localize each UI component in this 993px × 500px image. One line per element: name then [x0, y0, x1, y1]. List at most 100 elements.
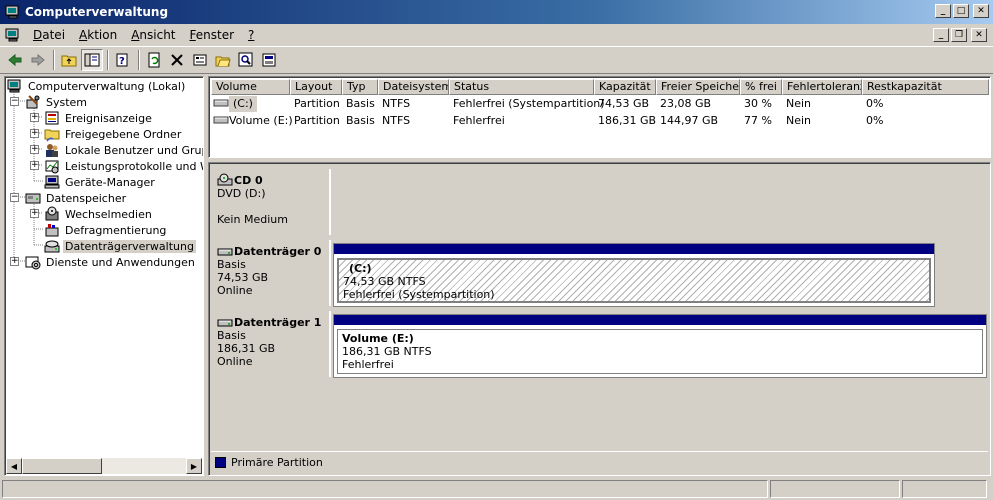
- tree-horizontal-scrollbar[interactable]: ◀ ▶: [6, 458, 202, 474]
- menu-bar: Datei Aktion Ansicht Fenster ?: [0, 24, 993, 46]
- collapse-toggle[interactable]: −: [10, 97, 19, 106]
- event-viewer-icon: [45, 111, 59, 125]
- menu-datei[interactable]: Datei: [27, 28, 71, 42]
- partition-bar: [334, 315, 986, 325]
- toolbar: ?: [0, 46, 993, 74]
- refresh-button[interactable]: [143, 49, 165, 71]
- toolbar-separator: [138, 50, 140, 70]
- open-button[interactable]: [212, 49, 234, 71]
- column-header-filesystem[interactable]: Dateisystem: [378, 79, 449, 95]
- shared-folder-icon: [44, 129, 60, 142]
- tree-item-disk-management[interactable]: Datenträgerverwaltung: [44, 238, 196, 254]
- volume-icon: [213, 116, 229, 124]
- tree-item-defragmentation[interactable]: Defragmentierung: [44, 222, 168, 238]
- expand-toggle[interactable]: +: [30, 145, 39, 154]
- defrag-icon: [45, 224, 59, 237]
- menu-aktion[interactable]: Aktion: [73, 28, 123, 42]
- partition-c[interactable]: (C:) 74,53 GB NTFS Fehlerfrei (Systempar…: [333, 243, 935, 307]
- disk-name: Datenträger 0: [234, 244, 322, 258]
- column-header-free-space[interactable]: Freier Speicher: [656, 79, 740, 95]
- tree-item-system[interactable]: System: [25, 94, 89, 110]
- expand-toggle[interactable]: +: [10, 257, 19, 266]
- cell-capacity: 74,53 GB: [598, 97, 650, 110]
- properties-button[interactable]: [189, 49, 211, 71]
- expand-toggle[interactable]: +: [30, 129, 39, 138]
- tree-label: Defragmentierung: [65, 223, 167, 237]
- disk-properties-button[interactable]: [258, 49, 280, 71]
- scroll-left-button[interactable]: ◀: [6, 458, 22, 474]
- delete-icon: [171, 54, 183, 66]
- cell-overhead: 0%: [866, 114, 884, 127]
- disk-name: CD 0: [234, 173, 263, 187]
- tree-item-performance-logs[interactable]: Leistungsprotokolle und Warnungen: [44, 158, 203, 174]
- tree-label: Geräte-Manager: [65, 175, 155, 189]
- find-button[interactable]: [235, 49, 257, 71]
- close-button[interactable]: ✕: [973, 4, 989, 18]
- column-header-layout[interactable]: Layout: [290, 79, 342, 95]
- column-header-volume[interactable]: Volume: [211, 79, 290, 95]
- partition-size: 74,53 GB NTFS: [343, 275, 426, 288]
- tree-item-local-users[interactable]: Lokale Benutzer und Gruppen: [44, 142, 203, 158]
- details-area: Volume Layout Typ Dateisystem Status Kap…: [208, 76, 991, 476]
- partition-label: (C:): [349, 262, 372, 275]
- cd0-region[interactable]: [333, 169, 988, 235]
- mdi-system-icon[interactable]: [5, 27, 21, 43]
- removable-media-icon: [45, 206, 59, 221]
- status-panel-3: [902, 480, 987, 498]
- disk-management-icon: [44, 240, 60, 253]
- tree-item-removable-media[interactable]: Wechselmedien: [44, 206, 154, 222]
- restore-icon: ❐: [954, 29, 964, 40]
- column-header-fault-tolerance[interactable]: Fehlertoleranz: [782, 79, 862, 95]
- minimize-icon: _: [938, 29, 944, 40]
- tree-label: Datenspeicher: [46, 191, 127, 205]
- column-header-percent-free[interactable]: % frei: [740, 79, 782, 95]
- partition-size: 186,31 GB NTFS: [342, 345, 432, 358]
- maximize-button[interactable]: □: [953, 4, 969, 18]
- scroll-right-button[interactable]: ▶: [186, 458, 202, 474]
- child-close-button[interactable]: ✕: [971, 28, 987, 42]
- open-folder-icon: [215, 56, 231, 67]
- tree-item-shared-folders[interactable]: Freigegebene Ordner: [44, 126, 183, 142]
- menu-help[interactable]: ?: [242, 28, 260, 42]
- close-icon: ✕: [977, 5, 985, 16]
- cell-fault-tolerance: Nein: [786, 97, 812, 110]
- disk-label-cd0[interactable]: CD 0 DVD (D:) Kein Medium: [211, 169, 331, 235]
- menu-ansicht[interactable]: Ansicht: [125, 28, 181, 42]
- expand-toggle[interactable]: +: [30, 209, 39, 218]
- show-hide-tree-button[interactable]: [81, 49, 103, 71]
- back-button[interactable]: [4, 49, 26, 71]
- child-restore-button[interactable]: ❐: [951, 28, 967, 42]
- tree-item-device-manager[interactable]: Geräte-Manager: [44, 174, 157, 190]
- column-header-type[interactable]: Typ: [342, 79, 378, 95]
- disk-label-disk0[interactable]: Datenträger 0 Basis 74,53 GB Online: [211, 240, 331, 306]
- tree-label: Computerverwaltung (Lokal): [28, 79, 186, 93]
- expand-toggle[interactable]: +: [30, 113, 39, 122]
- column-header-status[interactable]: Status: [449, 79, 594, 95]
- disk-name: Datenträger 1: [234, 315, 322, 329]
- column-header-capacity[interactable]: Kapazität: [594, 79, 656, 95]
- up-level-button[interactable]: [58, 49, 80, 71]
- collapse-toggle[interactable]: −: [10, 193, 19, 202]
- cell-type: Basis: [346, 114, 375, 127]
- column-header-overhead[interactable]: Restkapazität: [862, 79, 989, 95]
- cell-layout: Partition: [294, 114, 340, 127]
- disk-settings-icon: [262, 53, 276, 67]
- cell-type: Basis: [346, 97, 375, 110]
- menu-fenster[interactable]: Fenster: [184, 28, 241, 42]
- child-minimize-button[interactable]: _: [933, 28, 949, 42]
- properties-help-button[interactable]: ?: [112, 49, 134, 71]
- delete-button[interactable]: [166, 49, 188, 71]
- partition-e[interactable]: Volume (E:) 186,31 GB NTFS Fehlerfrei: [333, 314, 987, 378]
- tree-item-event-viewer[interactable]: Ereignisanzeige: [44, 110, 154, 126]
- scroll-thumb[interactable]: [22, 458, 102, 474]
- minimize-button[interactable]: _: [935, 4, 951, 18]
- expand-toggle[interactable]: +: [30, 161, 39, 170]
- tree-item-services[interactable]: Dienste und Anwendungen: [25, 254, 197, 270]
- disk-label-disk1[interactable]: Datenträger 1 Basis 186,31 GB Online: [211, 311, 331, 377]
- tree-item-computer-management[interactable]: Computerverwaltung (Lokal): [7, 78, 187, 94]
- tree-item-storage[interactable]: Datenspeicher: [25, 190, 128, 206]
- disk-kind: Basis: [217, 258, 246, 271]
- partition-status: Fehlerfrei: [342, 358, 394, 371]
- forward-button[interactable]: [27, 49, 49, 71]
- partition-label: Volume (E:): [342, 332, 414, 345]
